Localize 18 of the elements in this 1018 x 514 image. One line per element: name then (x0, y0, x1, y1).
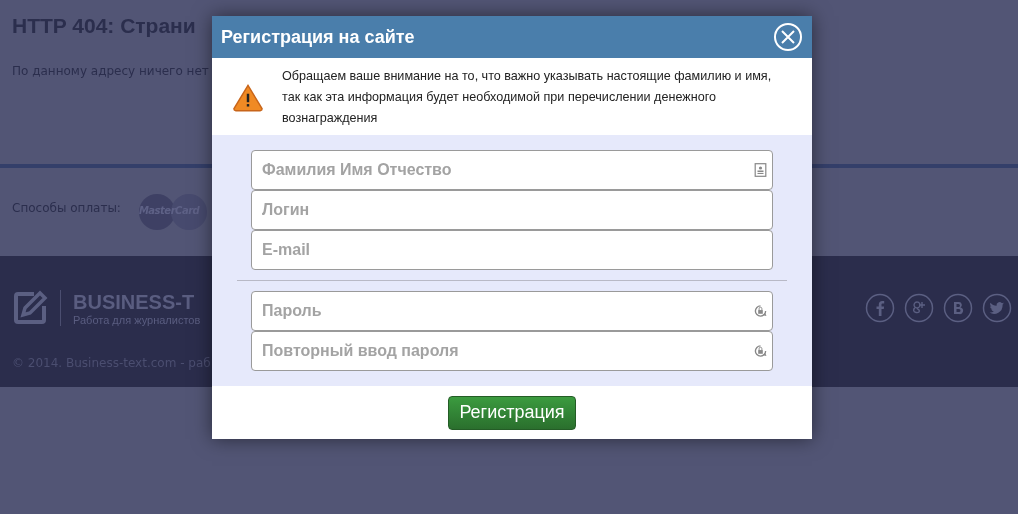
close-icon[interactable] (773, 22, 803, 52)
lock-refresh-icon (754, 304, 767, 318)
notice-text: Обращаем ваше внимание на то, что важно указывать настоящие фамилию и имя, так как эта информация будет необходимой при перечислении денежного вознаграждения (282, 68, 772, 127)
input-field[interactable]: Повторный ввод пароля (251, 331, 773, 371)
google-plus-icon[interactable] (904, 293, 934, 323)
input-field[interactable]: Пароль (251, 291, 773, 331)
input-field[interactable]: Логин (251, 190, 773, 230)
dialog-title: Регистрация на сайте (221, 26, 415, 48)
lock-refresh-icon (754, 344, 767, 358)
register-button[interactable]: Регистрация (448, 395, 576, 430)
warning-icon (232, 83, 264, 112)
pencil-icon (12, 290, 48, 326)
contact-card-icon (754, 163, 767, 177)
facebook-icon[interactable] (865, 293, 895, 323)
input-field[interactable]: Фамилия Имя Отчество (251, 150, 773, 190)
input-field[interactable]: E-mail (251, 230, 773, 270)
vk-icon[interactable] (943, 293, 973, 323)
twitter-icon[interactable] (982, 293, 1012, 323)
